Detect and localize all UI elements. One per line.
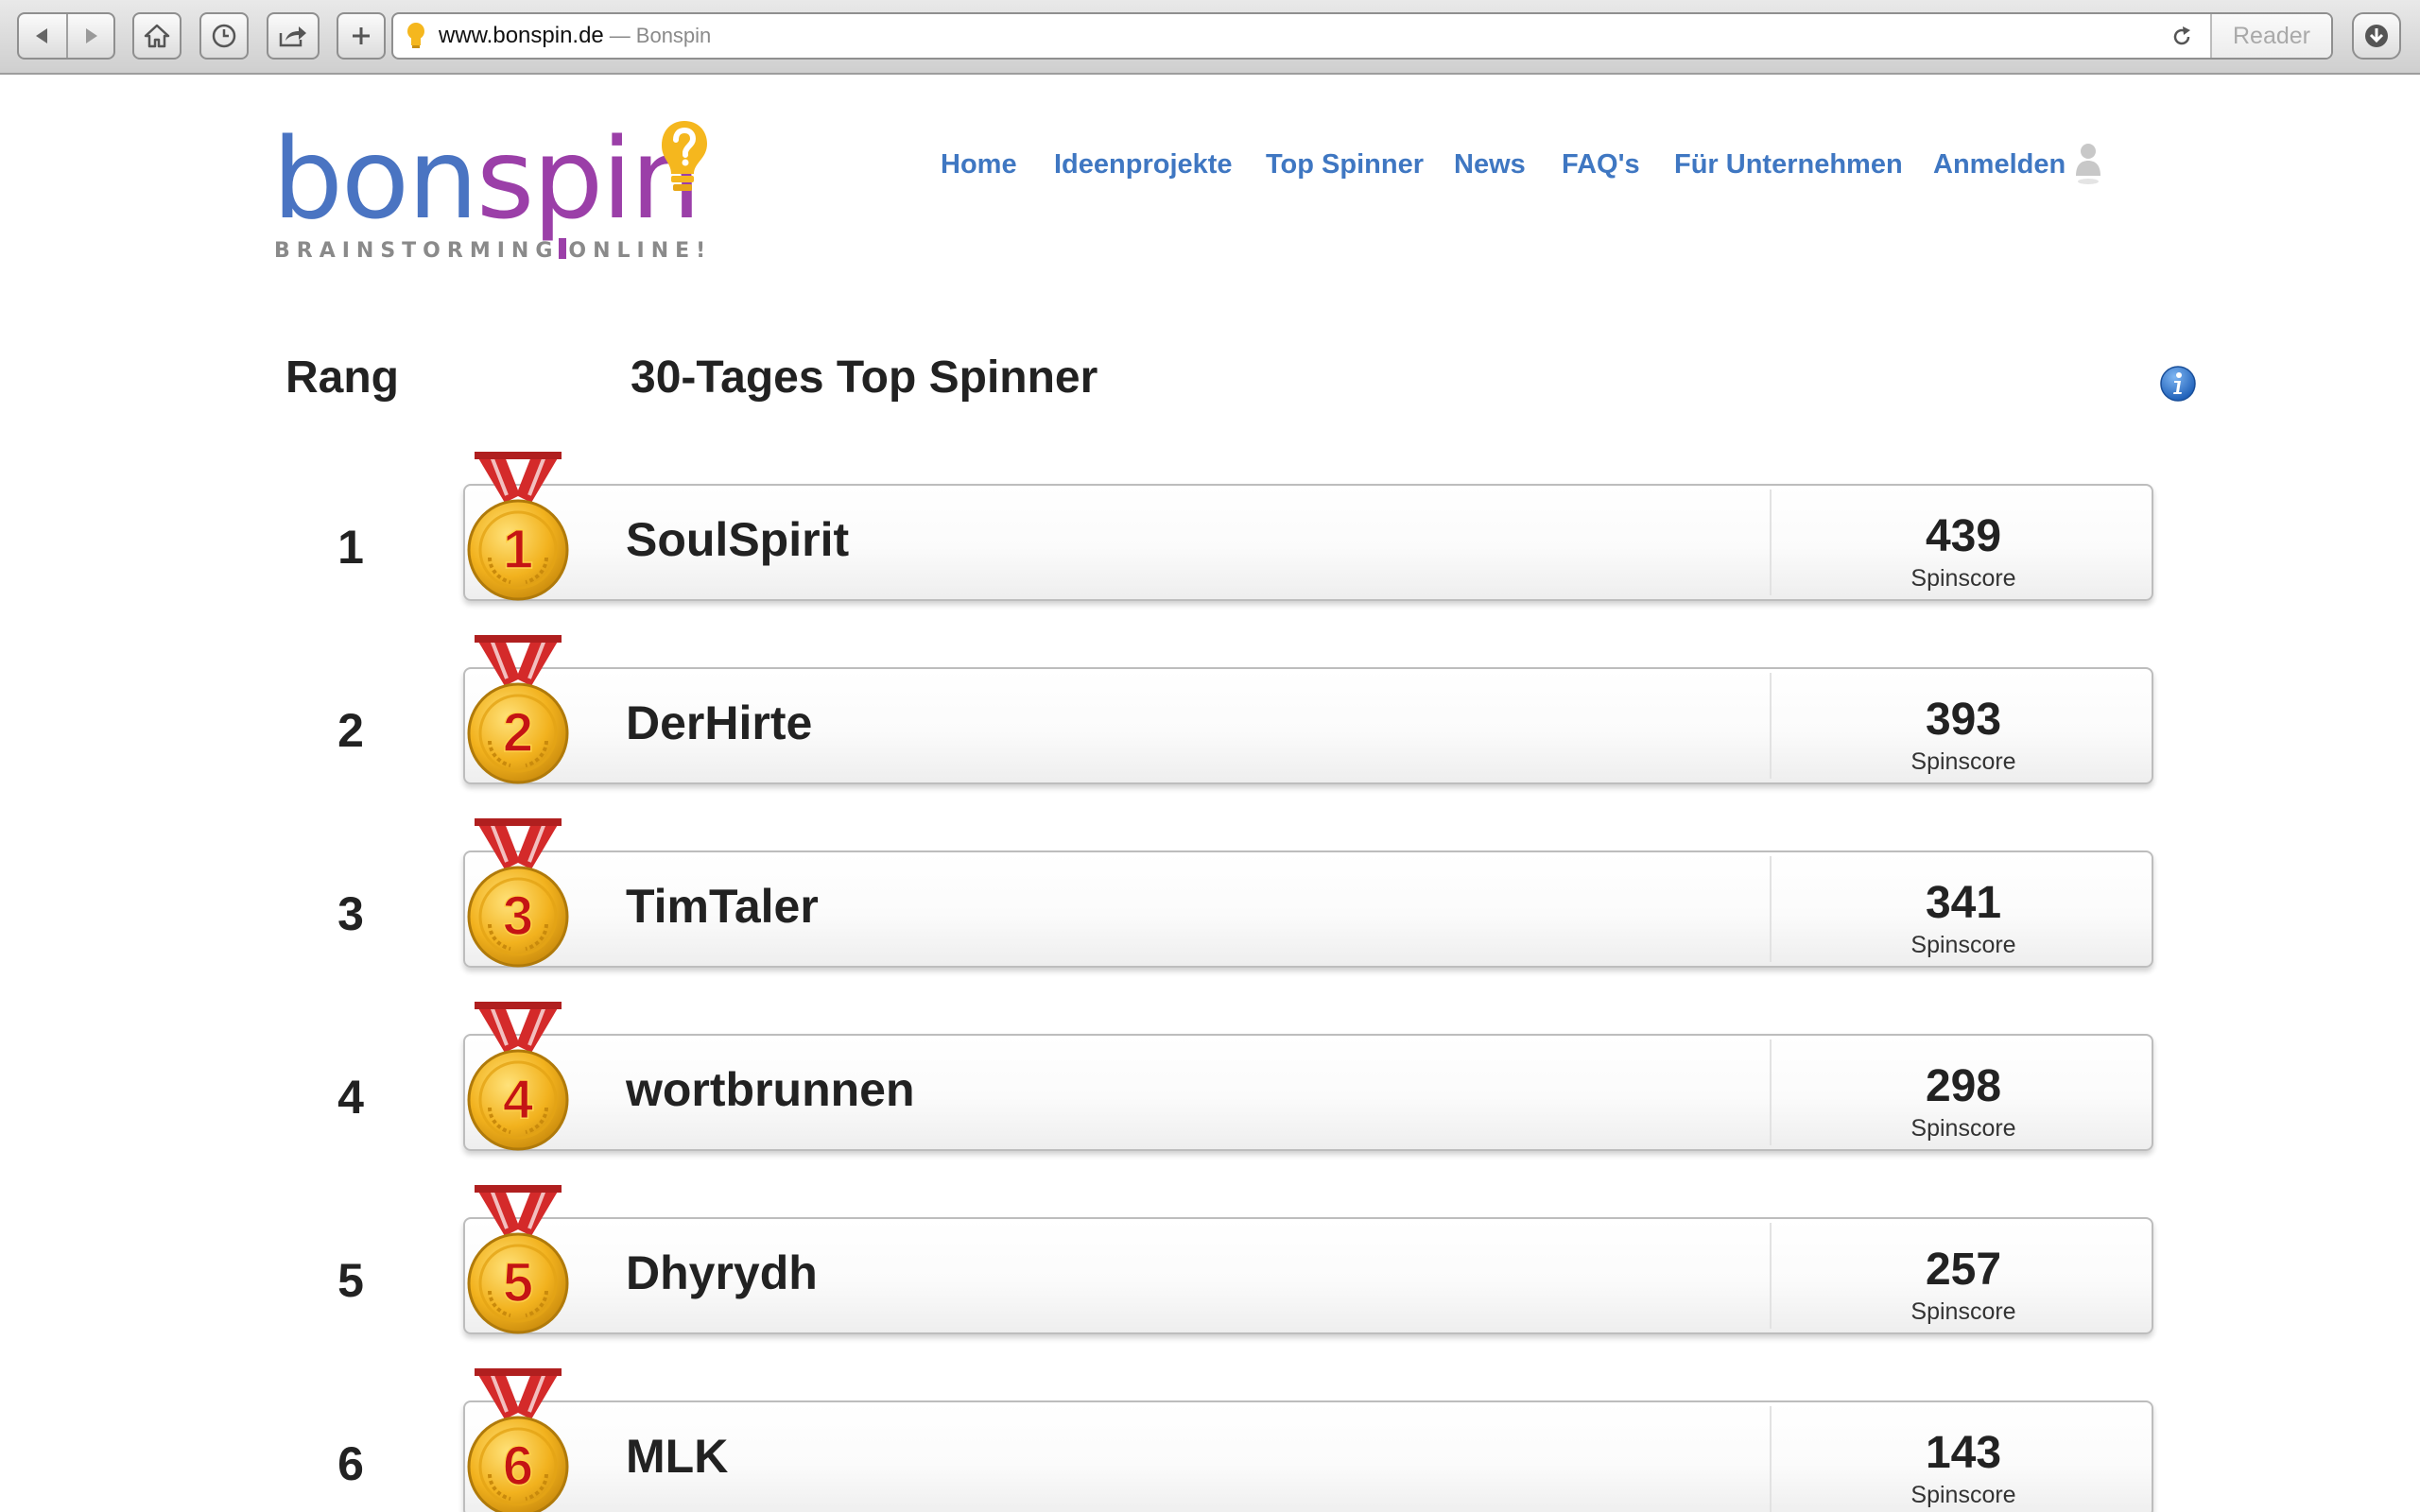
- new-tab-button[interactable]: [337, 12, 386, 60]
- back-arrow-icon: [36, 28, 47, 43]
- nav-ideenprojekte[interactable]: Ideenprojekte: [1054, 147, 1233, 181]
- medal-icon: 1: [467, 451, 569, 601]
- ranking-card[interactable]: TimTaler 341 Spinscore: [463, 850, 2153, 968]
- spinscore-value: 257: [1925, 1245, 2002, 1295]
- username[interactable]: TimTaler: [626, 879, 819, 934]
- medal-number: 4: [503, 1069, 533, 1130]
- ranking-card[interactable]: wortbrunnen 298 Spinscore: [463, 1034, 2153, 1151]
- username[interactable]: MLK: [626, 1429, 728, 1484]
- main-navigation: Home Ideenprojekte Top Spinner News FAQ'…: [0, 147, 2420, 185]
- share-button[interactable]: [267, 12, 320, 60]
- nav-top-spinner[interactable]: Top Spinner: [1266, 147, 1424, 181]
- username[interactable]: wortbrunnen: [626, 1062, 915, 1117]
- logo-tagline: BRAINSTORMING ONLINE!: [274, 238, 713, 263]
- medal-icon: 6: [467, 1367, 569, 1512]
- username[interactable]: Dhyrydh: [626, 1246, 818, 1300]
- ranking-card[interactable]: DerHirte 393 Spinscore: [463, 667, 2153, 784]
- downloads-button[interactable]: [2352, 12, 2401, 60]
- rank-column-header: Rang: [285, 352, 399, 403]
- nav-faqs[interactable]: FAQ's: [1562, 147, 1640, 181]
- medal-icon: 3: [467, 817, 569, 968]
- rank-number: 3: [337, 887, 364, 940]
- medal-number: 5: [503, 1252, 533, 1314]
- medal-icon: 2: [467, 634, 569, 784]
- spinscore-value: 341: [1925, 878, 2002, 928]
- medal-number: 6: [503, 1435, 533, 1497]
- bonspin-logo[interactable]: bonspin BRAINSTORMING ONLINE!: [272, 117, 726, 268]
- reader-button[interactable]: Reader: [2210, 14, 2331, 58]
- ranking-card[interactable]: SoulSpirit 439 Spinscore: [463, 484, 2153, 601]
- spinscore-value: 393: [1925, 695, 2002, 745]
- url-text: www.bonspin.de: [439, 23, 604, 48]
- reload-button[interactable]: [2165, 20, 2199, 54]
- nav-home[interactable]: Home: [941, 147, 1017, 181]
- spinscore-label: Spinscore: [1910, 1115, 2016, 1142]
- ranking-card[interactable]: Dhyrydh 257 Spinscore: [463, 1217, 2153, 1334]
- forward-button[interactable]: [66, 14, 113, 58]
- nav-anmelden[interactable]: Anmelden: [1933, 147, 2066, 181]
- user-icon[interactable]: [2074, 142, 2102, 185]
- plus-icon: [353, 27, 370, 44]
- medal-number: 2: [503, 702, 533, 764]
- spinscore-value: 298: [1925, 1061, 2002, 1111]
- rank-number: 6: [337, 1437, 364, 1490]
- spinscore-label: Spinscore: [1910, 1482, 2016, 1508]
- spinscore-value: 143: [1925, 1428, 2002, 1478]
- address-bar[interactable]: www.bonspin.de — Bonspin Reader: [391, 12, 2333, 60]
- forward-arrow-icon: [86, 28, 97, 43]
- clock-icon: [212, 24, 236, 48]
- nav-fuer-unternehmen[interactable]: Für Unternehmen: [1674, 147, 1903, 181]
- nav-news[interactable]: News: [1454, 147, 1526, 181]
- username[interactable]: DerHirte: [626, 696, 812, 750]
- rank-number: 2: [337, 704, 364, 757]
- rank-number: 1: [337, 521, 364, 574]
- ranking-title: 30-Tages Top Spinner: [631, 352, 1098, 403]
- spinscore-value: 439: [1925, 511, 2002, 561]
- favicon: [393, 22, 439, 50]
- page-title-text: Bonspin: [635, 24, 712, 47]
- medal-number: 1: [503, 519, 533, 580]
- spinscore-label: Spinscore: [1910, 932, 2016, 958]
- spinscore-label: Spinscore: [1910, 565, 2016, 592]
- download-icon: [2365, 25, 2388, 47]
- medal-number: 3: [503, 885, 533, 947]
- medal-icon: 5: [467, 1184, 569, 1334]
- ranking-card[interactable]: MLK 143 Spinscore: [463, 1400, 2153, 1512]
- url-separator: —: [609, 24, 631, 47]
- username[interactable]: SoulSpirit: [626, 512, 849, 567]
- spinscore-label: Spinscore: [1910, 1298, 2016, 1325]
- home-button[interactable]: [132, 12, 182, 60]
- history-button[interactable]: [199, 12, 249, 60]
- share-icon: [279, 26, 306, 47]
- back-button[interactable]: [19, 14, 66, 58]
- medal-icon: 4: [467, 1001, 569, 1151]
- info-icon[interactable]: [2159, 365, 2197, 403]
- lightbulb-favicon-icon: [407, 23, 424, 48]
- rank-number: 5: [337, 1254, 364, 1307]
- spinscore-label: Spinscore: [1910, 748, 2016, 775]
- back-forward-buttons: [17, 12, 115, 60]
- rank-number: 4: [337, 1071, 364, 1124]
- reload-icon: [2173, 26, 2190, 45]
- browser-toolbar: www.bonspin.de — Bonspin Reader: [0, 0, 2420, 75]
- home-icon: [144, 24, 170, 48]
